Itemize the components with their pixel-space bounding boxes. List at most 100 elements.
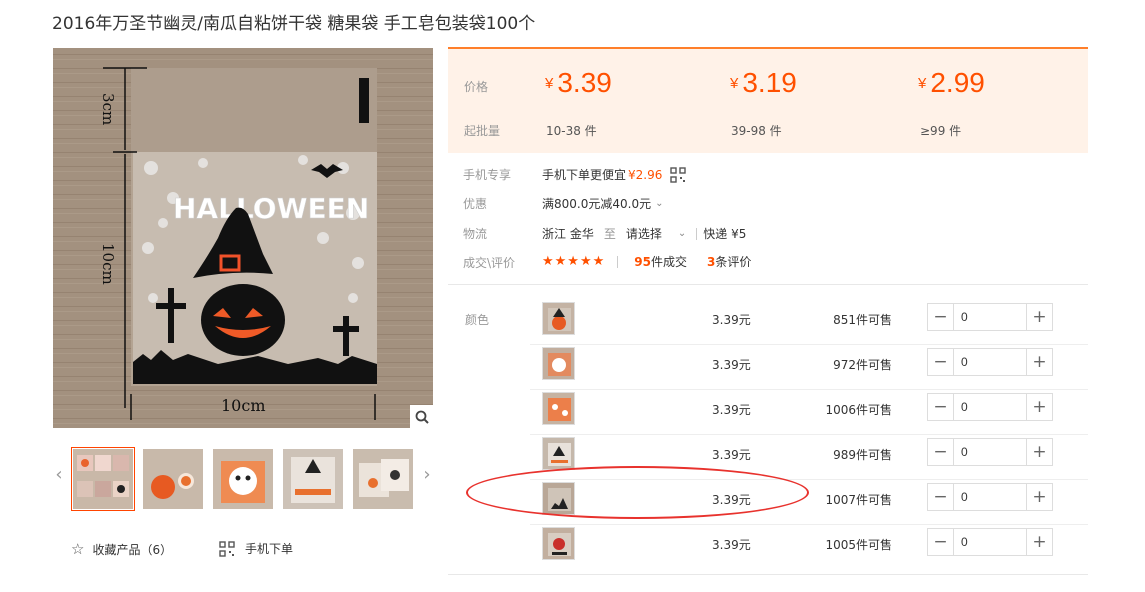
sku-price: 3.39元 [712, 313, 751, 327]
increment-button[interactable]: + [1026, 439, 1052, 465]
sku-price: 3.39元 [712, 448, 751, 462]
halloween-print-text: HALLOWEEN [173, 192, 369, 225]
decrement-button[interactable]: − [928, 304, 954, 330]
sku-thumbnail[interactable] [542, 392, 575, 425]
divider [448, 284, 1088, 285]
mobile-exclusive-label: 手机专享 [463, 168, 512, 182]
tier-batch-1: 10-38 件 [546, 124, 597, 138]
color-label: 颜色 [465, 313, 490, 327]
sku-stock: 1005件可售 [825, 538, 892, 552]
sku-row: 3.39元989件可售−+ [530, 435, 1088, 480]
sku-price: 3.39元 [712, 538, 751, 552]
sku-thumbnail[interactable] [542, 482, 575, 515]
thumbnail-3[interactable] [213, 449, 273, 509]
sku-row: 3.39元851件可售−+ [530, 300, 1088, 345]
mobile-order-label: 手机下单 [245, 542, 294, 556]
sku-price: 3.39元 [712, 358, 751, 372]
tier-batch-3: ≥99 件 [920, 124, 962, 138]
divider [696, 227, 698, 240]
sku-stock: 972件可售 [833, 358, 892, 372]
product-title: 2016年万圣节幽灵/南瓜自粘饼干袋 糖果袋 手工皂包装袋100个 [52, 14, 536, 34]
qr-code-icon [670, 166, 687, 183]
quantity-input[interactable] [954, 304, 1026, 330]
thumbnail-2[interactable] [143, 449, 203, 509]
quantity-stepper: −+ [927, 348, 1053, 376]
price-label: 价格 [464, 80, 489, 94]
thumbnail-4[interactable] [283, 449, 343, 509]
chevron-left-icon: ‹ [55, 463, 63, 485]
shipping-label: 物流 [463, 227, 488, 241]
sku-row: 3.39元1006件可售−+ [530, 390, 1088, 435]
mobile-order-button[interactable]: 手机下单 [219, 540, 293, 557]
tier-batch-2: 39-98 件 [731, 124, 782, 138]
quantity-stepper: −+ [927, 393, 1053, 421]
favorite-label: 收藏产品（6） [92, 542, 173, 557]
quantity-input[interactable] [954, 349, 1026, 375]
shipping-from: 浙江 金华 [542, 227, 594, 241]
increment-button[interactable]: + [1026, 394, 1052, 420]
deals-link[interactable]: 95件成交 [634, 253, 687, 270]
sku-price: 3.39元 [712, 493, 751, 507]
quantity-input[interactable] [954, 439, 1026, 465]
main-product-image[interactable]: HALLOWEEN 3cm 10cm 10cm [53, 48, 433, 428]
quantity-input[interactable] [954, 394, 1026, 420]
increment-button[interactable]: + [1026, 484, 1052, 510]
sku-thumbnail[interactable] [542, 347, 575, 380]
dim-top-label: 3cm [99, 93, 117, 125]
price-panel: 价格 起批量 ¥3.39 ¥3.19 ¥2.99 10-38 件 39-98 件… [448, 47, 1088, 153]
decrement-button[interactable]: − [928, 484, 954, 510]
discount-label: 优惠 [463, 197, 488, 211]
chevron-right-icon: › [423, 463, 431, 485]
destination-select[interactable]: 请选择 ⌄ [626, 225, 686, 242]
thumbnail-5[interactable] [353, 449, 413, 509]
sku-row: 3.39元1007件可售−+ [530, 480, 1088, 525]
favorite-button[interactable]: ☆ 收藏产品（6） [71, 540, 172, 558]
decrement-button[interactable]: − [928, 394, 954, 420]
discount-dropdown[interactable]: 满800.0元减40.0元 ⌄ [542, 195, 663, 212]
divider [448, 574, 1088, 575]
reviews-link[interactable]: 3条评价 [707, 253, 751, 270]
dim-side-label: 10cm [99, 243, 117, 285]
sku-stock: 851件可售 [833, 313, 892, 327]
quantity-stepper: −+ [927, 303, 1053, 331]
tier-price-3: ¥2.99 [918, 67, 985, 98]
sku-row: 3.39元1005件可售−+ [530, 525, 1088, 570]
sku-stock: 1006件可售 [825, 403, 892, 417]
increment-button[interactable]: + [1026, 529, 1052, 555]
decrement-button[interactable]: − [928, 529, 954, 555]
thumbnail-1[interactable] [71, 447, 135, 511]
quantity-input[interactable] [954, 484, 1026, 510]
thumb-next-button[interactable]: › [420, 462, 434, 486]
deal-review-label: 成交\评价 [463, 256, 516, 270]
divider [617, 255, 619, 268]
sku-thumbnail[interactable] [542, 437, 575, 470]
thumb-prev-button[interactable]: ‹ [52, 462, 66, 486]
sku-row: 3.39元972件可售−+ [530, 345, 1088, 390]
sku-thumbnail[interactable] [542, 527, 575, 560]
decrement-button[interactable]: − [928, 349, 954, 375]
quantity-input[interactable] [954, 529, 1026, 555]
sku-stock: 1007件可售 [825, 493, 892, 507]
quantity-stepper: −+ [927, 483, 1053, 511]
mobile-exclusive-value[interactable]: 手机下单更便宜 ¥2.96 [542, 166, 687, 183]
chevron-down-icon: ⌄ [655, 198, 664, 209]
magnifier-icon [415, 410, 429, 424]
quantity-stepper: −+ [927, 438, 1053, 466]
sku-stock: 989件可售 [833, 448, 892, 462]
batch-label: 起批量 [464, 124, 501, 138]
sku-thumbnail[interactable] [542, 302, 575, 335]
quantity-stepper: −+ [927, 528, 1053, 556]
shipping-to-word: 至 [603, 227, 616, 241]
star-outline-icon: ☆ [71, 540, 85, 558]
qr-code-icon [219, 540, 235, 557]
zoom-button[interactable] [410, 405, 433, 428]
dim-bottom-label: 10cm [221, 396, 266, 415]
increment-button[interactable]: + [1026, 349, 1052, 375]
decrement-button[interactable]: − [928, 439, 954, 465]
increment-button[interactable]: + [1026, 304, 1052, 330]
shipping-row: 浙江 金华 至 请选择 ⌄ 快递 ¥5 [542, 225, 746, 242]
deal-review-row: ★★★★★ 95件成交 3条评价 [542, 253, 751, 270]
sku-price: 3.39元 [712, 403, 751, 417]
tier-price-1: ¥3.39 [545, 67, 612, 98]
tier-price-2: ¥3.19 [730, 67, 797, 98]
